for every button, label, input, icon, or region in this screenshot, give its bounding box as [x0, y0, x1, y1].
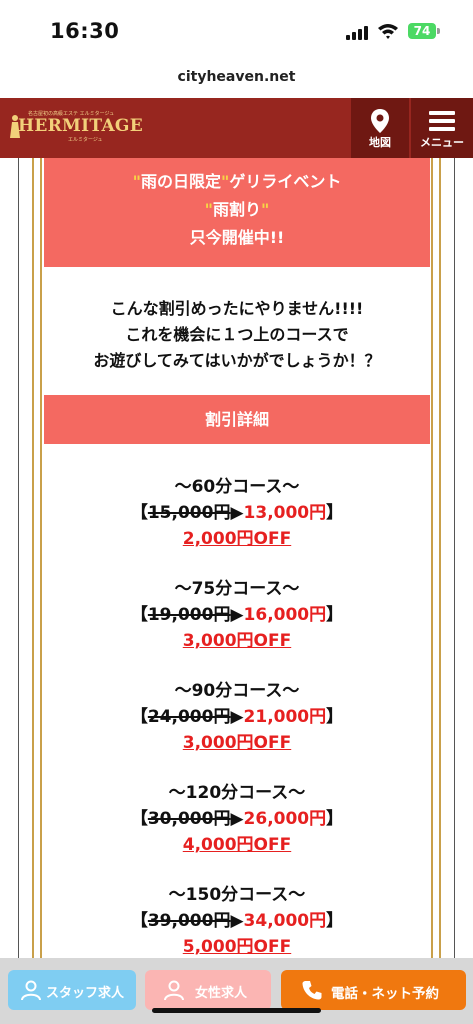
- new-price: 21,000円: [243, 707, 327, 727]
- discount-amount: 3,000円OFF: [182, 631, 292, 651]
- new-price: 26,000円: [243, 809, 327, 829]
- course-price: 【24,000円▶21,000円】: [130, 707, 344, 727]
- menu-label: メニュー: [420, 136, 464, 149]
- message-line-1: こんな割引めったにやりません!!!!: [110, 299, 364, 318]
- map-label: 地図: [369, 136, 391, 149]
- old-price: 30,000円: [147, 809, 231, 829]
- staff-recruit-label: スタッフ求人: [46, 986, 125, 1001]
- hamburger-icon: [429, 111, 455, 131]
- phone-icon: [302, 981, 322, 1000]
- event-line-1: "雨の日限定"ゲリライベント: [132, 172, 342, 191]
- status-time: 16:30: [50, 19, 120, 43]
- event-banner: "雨の日限定"ゲリライベント "雨割り" 只今開催中!!: [44, 158, 430, 267]
- url-text: cityheaven.net: [177, 69, 296, 85]
- discount-amount: 5,000円OFF: [182, 937, 292, 957]
- home-indicator: [152, 1008, 321, 1013]
- new-price: 13,000円: [243, 503, 327, 523]
- old-price: 15,000円: [147, 503, 231, 523]
- new-price: 34,000円: [243, 911, 327, 931]
- event-panel: "雨の日限定"ゲリライベント "雨割り" 只今開催中!! こんな割引めったにやり…: [44, 158, 430, 1024]
- discount-amount: 4,000円OFF: [182, 835, 292, 855]
- reserve-label: 電話・ネット予約: [331, 986, 439, 1002]
- person-icon: [164, 980, 184, 1001]
- course-title: 〜60分コース〜: [174, 477, 300, 497]
- course-price: 【30,000円▶26,000円】: [130, 809, 344, 829]
- message-line-2: これを機会に１つ上のコースで: [125, 325, 349, 344]
- course-title: 〜150分コース〜: [168, 885, 306, 905]
- bottom-action-bar: スタッフ求人 女性求人 電話・ネット予約: [0, 958, 473, 1024]
- gold-border-right: [431, 158, 441, 1024]
- logo-subline: エルミタージュ: [68, 137, 103, 143]
- message-line-3: お遊びしてみてはいかがでしょうか！？: [93, 351, 381, 370]
- battery-icon: 74: [408, 23, 436, 39]
- course-price: 【19,000円▶16,000円】: [130, 605, 344, 625]
- staff-recruit-button[interactable]: スタッフ求人: [8, 970, 136, 1010]
- old-price: 19,000円: [147, 605, 231, 625]
- address-bar[interactable]: cityheaven.net: [0, 62, 473, 98]
- new-price: 16,000円: [243, 605, 327, 625]
- logo-name: HERMITAGE: [18, 116, 144, 136]
- discount-amount: 3,000円OFF: [182, 733, 292, 753]
- course-title: 〜90分コース〜: [174, 681, 300, 701]
- old-price: 39,000円: [147, 911, 231, 931]
- details-heading: 割引詳細: [44, 395, 430, 444]
- old-price: 24,000円: [147, 707, 231, 727]
- female-recruit-label: 女性求人: [195, 986, 248, 1001]
- cellular-signal-icon: [346, 26, 370, 40]
- course-price: 【15,000円▶13,000円】: [130, 503, 344, 523]
- status-bar: 16:30 74: [0, 0, 473, 62]
- course-price: 【39,000円▶34,000円】: [130, 911, 344, 931]
- site-logo[interactable]: 名古屋初の高級エステ エルミタージュ HERMITAGE エルミタージュ: [8, 110, 143, 144]
- map-pin-icon: [371, 109, 389, 133]
- menu-button[interactable]: メニュー: [411, 98, 473, 158]
- content-frame: "雨の日限定"ゲリライベント "雨割り" 只今開催中!! こんな割引めったにやり…: [18, 158, 455, 1024]
- event-line-3: 只今開催中!!: [189, 228, 285, 247]
- event-line-2: "雨割り": [204, 200, 270, 219]
- person-icon: [21, 980, 41, 1001]
- course-title: 〜75分コース〜: [174, 579, 300, 599]
- course-title: 〜120分コース〜: [168, 783, 306, 803]
- site-header: 名古屋初の高級エステ エルミタージュ HERMITAGE エルミタージュ 地図 …: [0, 98, 473, 158]
- event-message: こんな割引めったにやりません!!!! これを機会に１つ上のコースで お遊びしてみ…: [44, 267, 430, 395]
- reserve-button[interactable]: 電話・ネット予約: [281, 970, 466, 1010]
- gold-border-left: [32, 158, 42, 1024]
- wifi-icon: [377, 22, 399, 40]
- map-button[interactable]: 地図: [351, 98, 409, 158]
- female-recruit-button[interactable]: 女性求人: [145, 970, 271, 1010]
- battery-tip: [437, 28, 440, 34]
- discount-amount: 2,000円OFF: [182, 529, 292, 549]
